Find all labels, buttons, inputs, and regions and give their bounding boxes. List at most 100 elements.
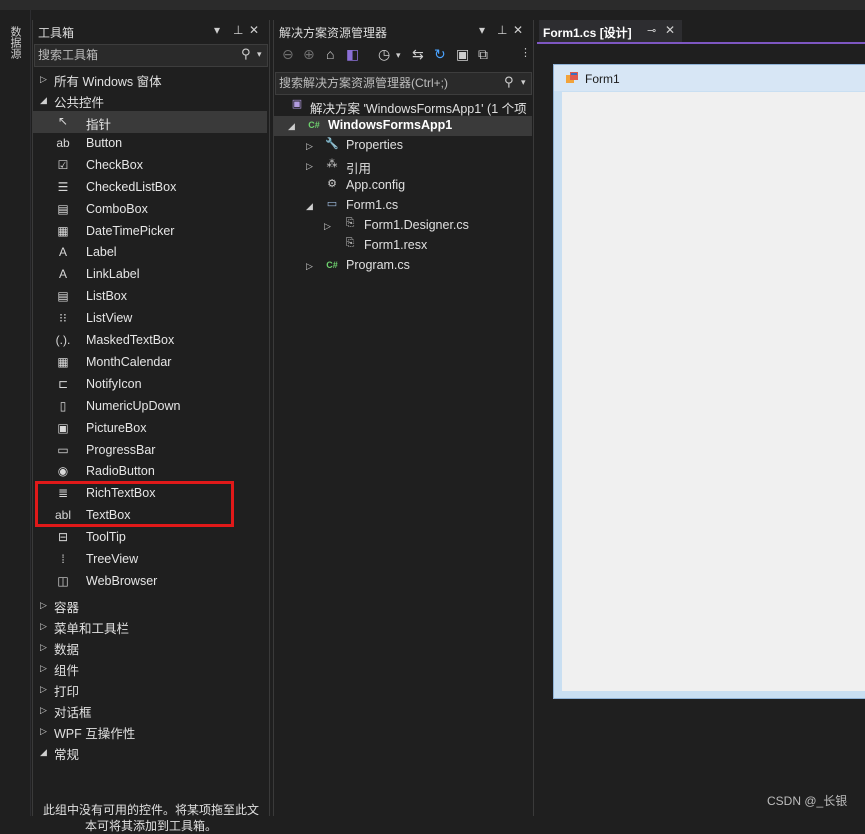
solution-tree-node[interactable]: ▷ 🔧 Properties xyxy=(274,136,532,156)
toolbox-item-label: TreeView xyxy=(86,552,139,566)
toolbox-item[interactable]: ▭ ProgressBar xyxy=(33,440,267,462)
solution-explorer-title-bar: 解决方案资源管理器 ▾ ⊥ ✕ xyxy=(274,20,533,42)
toolbox-item-label: WebBrowser xyxy=(86,573,158,588)
solution-tree-node[interactable]: ▣ 解决方案 'WindowsFormsApp1' (1 个项 xyxy=(274,96,532,116)
show-all-files-icon[interactable]: ⧉ xyxy=(478,46,488,63)
pending-dropdown-icon[interactable]: ▾ xyxy=(396,50,401,61)
solution-tree-node[interactable]: ▷ C# Program.cs xyxy=(274,256,532,276)
toolbox-item[interactable]: ▯ NumericUpDown xyxy=(33,396,267,418)
close-icon[interactable]: ✕ xyxy=(513,23,523,37)
search-icon[interactable]: ⚲ xyxy=(241,46,251,62)
form-title-bar[interactable]: Form1 xyxy=(554,65,865,91)
expand-arrow-icon[interactable]: ▷ xyxy=(40,726,47,737)
toolbox-item[interactable]: A Label xyxy=(33,242,267,264)
form-window[interactable]: Form1 xyxy=(553,64,865,699)
pin-icon[interactable]: ⊥ xyxy=(233,23,243,37)
form-client-area[interactable] xyxy=(562,92,865,691)
solution-tree-node[interactable]: ▷ ⎘ Form1.Designer.cs xyxy=(274,216,532,236)
toolbox-category[interactable]: ◢ 公共控件 xyxy=(33,89,267,111)
radiobutton-icon: ◉ xyxy=(57,464,69,479)
sync-icon[interactable]: ⇆ xyxy=(412,46,424,63)
collapse-all-icon[interactable]: ▣ xyxy=(456,46,469,63)
toolbox-category[interactable]: ▷ 打印 xyxy=(33,678,267,700)
expand-arrow-icon[interactable]: ▷ xyxy=(40,663,47,674)
solution-tree-node[interactable]: ⎘ Form1.resx xyxy=(274,236,532,256)
dropdown-arrow-icon[interactable]: ▾ xyxy=(214,23,220,37)
csharp-file-icon: C# xyxy=(326,260,338,270)
toolbox-category[interactable]: ▷ 所有 Windows 窗体 xyxy=(33,68,267,90)
toolbox-item[interactable]: ab Button xyxy=(33,133,267,155)
solution-tree-node[interactable]: ◢ C# WindowsFormsApp1 xyxy=(274,116,532,136)
toolbox-item[interactable]: ⁞ TreeView xyxy=(33,549,267,571)
masked-textbox-icon: (.). xyxy=(55,333,71,347)
combobox-icon: ▤ xyxy=(57,201,69,216)
expand-arrow-icon[interactable]: ▷ xyxy=(40,684,47,695)
tab-label: Form1.cs [设计] xyxy=(543,26,632,40)
search-options-icon[interactable]: ▾ xyxy=(257,49,262,60)
solution-tree-node[interactable]: ◢ ▭ Form1.cs xyxy=(274,196,532,216)
forward-icon[interactable]: ⊕ xyxy=(303,46,315,63)
expand-arrow-icon[interactable]: ▷ xyxy=(306,141,313,152)
solution-tree-node[interactable]: ▷ ⁂ 引用 xyxy=(274,156,532,176)
toolbox-category[interactable]: ▷ 数据 xyxy=(33,636,267,658)
home-icon[interactable]: ⌂ xyxy=(326,46,334,62)
toolbox-item[interactable]: (.). MaskedTextBox xyxy=(33,330,267,352)
toolbox-search-input[interactable] xyxy=(38,46,224,64)
picturebox-icon: ▣ xyxy=(57,420,69,435)
close-tab-icon[interactable]: ✕ xyxy=(665,23,675,37)
tooltip-icon: ⊟ xyxy=(57,530,69,545)
back-icon[interactable]: ⊖ xyxy=(282,46,294,63)
toolbox-item[interactable]: ☰ CheckedListBox xyxy=(33,177,267,199)
collapse-arrow-icon[interactable]: ◢ xyxy=(40,747,47,758)
collapse-arrow-icon[interactable]: ◢ xyxy=(288,121,295,132)
toolbox-category[interactable]: ▷ 对话框 xyxy=(33,699,267,721)
toolbox-item[interactable]: ▦ DateTimePicker xyxy=(33,221,267,243)
toolbox-item[interactable]: ▣ PictureBox xyxy=(33,418,267,440)
expand-arrow-icon[interactable]: ▷ xyxy=(40,705,47,716)
toolbox-item-label: ComboBox xyxy=(86,201,148,216)
dropdown-arrow-icon[interactable]: ▾ xyxy=(479,23,485,37)
expand-arrow-icon[interactable]: ▷ xyxy=(40,642,47,653)
expand-arrow-icon[interactable]: ▷ xyxy=(40,74,47,85)
toolbox-item[interactable]: ☑ CheckBox xyxy=(33,155,267,177)
collapse-arrow-icon[interactable]: ◢ xyxy=(306,201,313,212)
toolbox-item[interactable]: ▤ ComboBox xyxy=(33,199,267,221)
toolbox-item[interactable]: ↖ 指针 xyxy=(33,111,267,133)
toolbox-category[interactable]: ▷ WPF 互操作性 xyxy=(33,720,267,742)
tab-form1-design[interactable]: Form1.cs [设计] ⊸ ✕ xyxy=(539,20,682,42)
toolbox-item[interactable]: ◫ WebBrowser xyxy=(33,571,267,593)
refresh-icon[interactable]: ↻ xyxy=(434,46,446,63)
toolbox-item[interactable]: ▦ MonthCalendar xyxy=(33,352,267,374)
expand-arrow-icon[interactable]: ▷ xyxy=(306,161,313,172)
solution-search-input[interactable] xyxy=(279,74,483,92)
toolbox-item-label: Button xyxy=(86,135,123,150)
solution-node-label: Form1.resx xyxy=(364,238,428,252)
toolbox-category[interactable]: ▷ 组件 xyxy=(33,657,267,679)
solution-tree-node[interactable]: ⚙ App.config xyxy=(274,176,532,196)
toolbox-category[interactable]: ▷ 容器 xyxy=(33,594,267,616)
expand-arrow-icon[interactable]: ▷ xyxy=(306,261,313,272)
toolbox-category-label: 数据 xyxy=(54,642,80,657)
data-sources-tab[interactable]: 数据源 xyxy=(6,26,22,59)
vs-switch-views-icon[interactable]: ◧ xyxy=(346,46,359,63)
toolbox-category[interactable]: ▷ 菜单和工具栏 xyxy=(33,615,267,637)
toolbox-item[interactable]: ⊟ ToolTip xyxy=(33,527,267,549)
pending-changes-icon[interactable]: ◷ xyxy=(378,46,390,63)
more-toolbar-icon[interactable]: ⋮ xyxy=(520,46,531,59)
toolbox-item-label: ProgressBar xyxy=(86,442,156,457)
toolbox-item[interactable]: ▤ ListBox xyxy=(33,286,267,308)
toolbox-category[interactable]: ◢ 常规 xyxy=(33,741,267,763)
collapse-arrow-icon[interactable]: ◢ xyxy=(40,95,47,106)
pin-tab-icon[interactable]: ⊸ xyxy=(647,24,656,37)
expand-arrow-icon[interactable]: ▷ xyxy=(40,621,47,632)
pin-icon[interactable]: ⊥ xyxy=(497,23,507,37)
expand-arrow-icon[interactable]: ▷ xyxy=(324,221,331,232)
close-icon[interactable]: ✕ xyxy=(249,23,259,37)
search-options-icon[interactable]: ▾ xyxy=(521,77,526,88)
search-icon[interactable]: ⚲ xyxy=(504,74,514,90)
toolbox-item[interactable]: A LinkLabel xyxy=(33,264,267,286)
toolbox-item[interactable]: ⊏ NotifyIcon xyxy=(33,374,267,396)
expand-arrow-icon[interactable]: ▷ xyxy=(40,600,47,611)
red-highlight-annotation xyxy=(35,481,234,527)
toolbox-item[interactable]: ⁝⁝ ListView xyxy=(33,308,267,330)
